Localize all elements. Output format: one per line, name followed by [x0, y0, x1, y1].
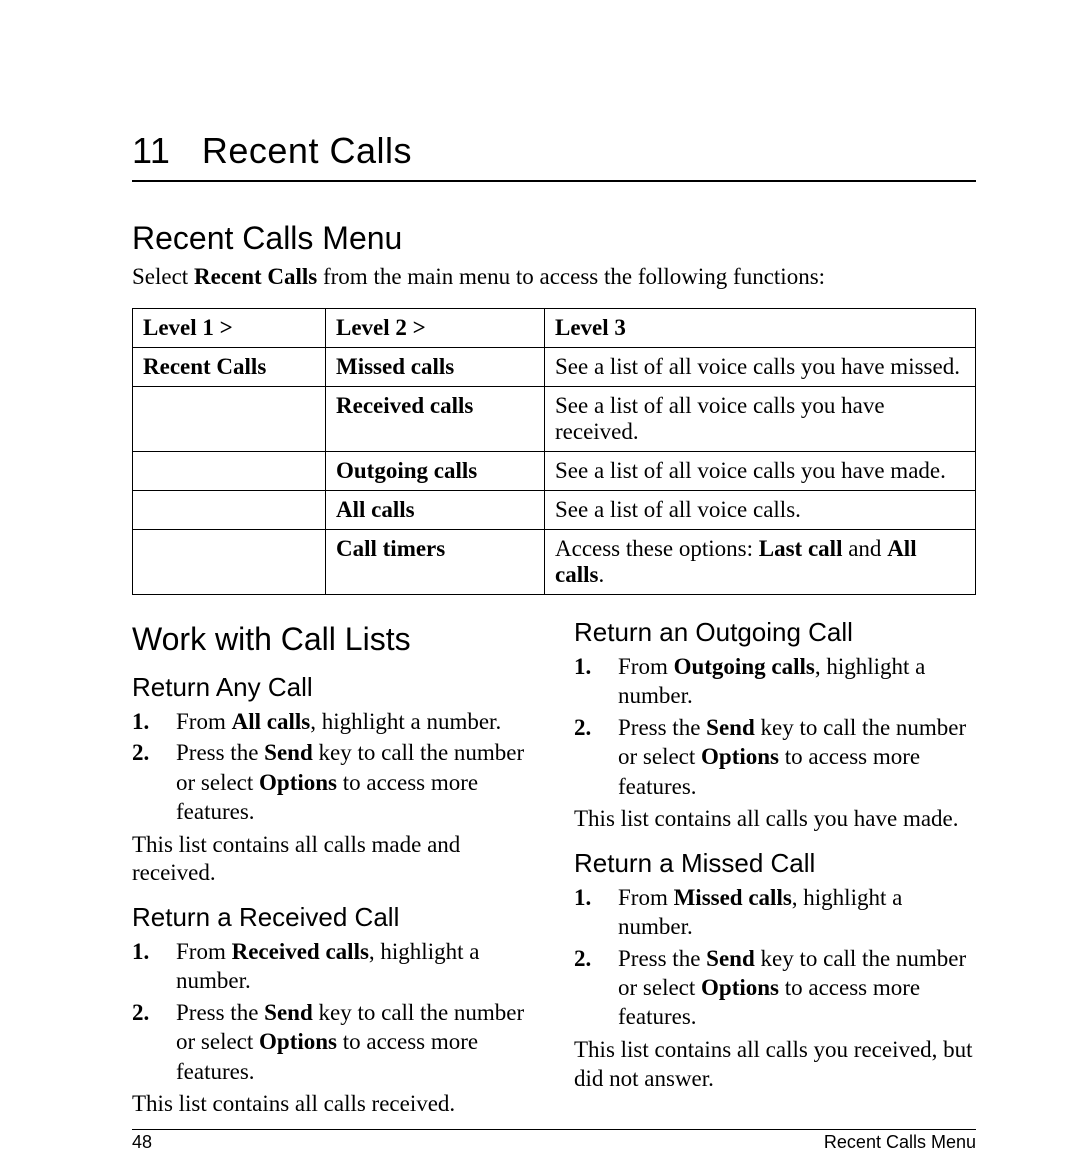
text: from the main menu to access the followi…: [317, 264, 825, 289]
table-header: Level 2 >: [326, 308, 545, 347]
section-heading-work-with-call-lists: Work with Call Lists: [132, 621, 534, 658]
intro-text: Select Recent Calls from the main menu t…: [132, 263, 976, 292]
menu-table: Level 1 > Level 2 > Level 3 Recent Calls…: [132, 308, 976, 595]
text-bold: Missed calls: [674, 885, 792, 910]
subheading-return-outgoing-call: Return an Outgoing Call: [574, 617, 976, 648]
step: Press the Send key to call the number or…: [574, 944, 976, 1032]
step: From Outgoing calls, highlight a number.: [574, 652, 976, 711]
cell-level3: See a list of all voice calls you have m…: [545, 347, 976, 386]
text-bold: Options: [259, 770, 337, 795]
text-bold: Options: [701, 744, 779, 769]
table-header: Level 3: [545, 308, 976, 347]
cell-level2: All calls: [326, 490, 545, 529]
text-bold: Options: [701, 975, 779, 1000]
step: From All calls, highlight a number.: [132, 707, 534, 736]
cell-level2: Missed calls: [326, 347, 545, 386]
table-row: Recent Calls Missed calls See a list of …: [133, 347, 976, 386]
note-missed-call: This list contains all calls you receive…: [574, 1036, 976, 1094]
text-bold: All calls: [232, 709, 311, 734]
subheading-return-any-call: Return Any Call: [132, 672, 534, 703]
right-column: Return an Outgoing Call From Outgoing ca…: [574, 611, 976, 1129]
steps-received-call: From Received calls, highlight a number.…: [132, 937, 534, 1086]
cell-level3: Access these options: Last call and All …: [545, 529, 976, 594]
table-row: Received calls See a list of all voice c…: [133, 386, 976, 451]
text: Press the: [618, 946, 706, 971]
text: From: [176, 709, 232, 734]
text-bold: Send: [264, 1000, 313, 1025]
cell-level1: [133, 451, 326, 490]
step: From Missed calls, highlight a number.: [574, 883, 976, 942]
text: Press the: [176, 740, 264, 765]
text-bold: Recent Calls: [194, 264, 317, 289]
footer: 48 Recent Calls Menu: [132, 1129, 976, 1153]
cell-level1: Recent Calls: [133, 347, 326, 386]
text: .: [598, 562, 604, 587]
steps-outgoing-call: From Outgoing calls, highlight a number.…: [574, 652, 976, 801]
text: and: [842, 536, 887, 561]
table-header: Level 1 >: [133, 308, 326, 347]
cell-level3: See a list of all voice calls you have m…: [545, 451, 976, 490]
note-received-call: This list contains all calls received.: [132, 1090, 534, 1119]
section-heading-recent-calls-menu: Recent Calls Menu: [132, 220, 976, 257]
cell-level3: See a list of all voice calls you have r…: [545, 386, 976, 451]
table-row: Call timers Access these options: Last c…: [133, 529, 976, 594]
note-any-call: This list contains all calls made and re…: [132, 831, 534, 889]
chapter-rule: [132, 180, 976, 182]
text-bold: Received calls: [232, 939, 369, 964]
text-bold: Outgoing calls: [674, 654, 815, 679]
text-bold: Send: [264, 740, 313, 765]
step: From Received calls, highlight a number.: [132, 937, 534, 996]
text: , highlight a number.: [310, 709, 501, 734]
cell-level3: See a list of all voice calls.: [545, 490, 976, 529]
step: Press the Send key to call the number or…: [132, 998, 534, 1086]
table-row: All calls See a list of all voice calls.: [133, 490, 976, 529]
text: Press the: [176, 1000, 264, 1025]
table-header-row: Level 1 > Level 2 > Level 3: [133, 308, 976, 347]
text: Select: [132, 264, 194, 289]
footer-section-label: Recent Calls Menu: [824, 1132, 976, 1153]
text: Access these options:: [555, 536, 759, 561]
step: Press the Send key to call the number or…: [132, 738, 534, 826]
text-bold: Send: [706, 715, 755, 740]
steps-any-call: From All calls, highlight a number. Pres…: [132, 707, 534, 827]
page-number: 48: [132, 1132, 152, 1153]
note-outgoing-call: This list contains all calls you have ma…: [574, 805, 976, 834]
two-column-area: Work with Call Lists Return Any Call Fro…: [132, 611, 976, 1129]
text: Press the: [618, 715, 706, 740]
step: Press the Send key to call the number or…: [574, 713, 976, 801]
text: From: [618, 654, 674, 679]
chapter-title: 11 Recent Calls: [132, 130, 976, 172]
cell-level1: [133, 529, 326, 594]
cell-level1: [133, 490, 326, 529]
left-column: Work with Call Lists Return Any Call Fro…: [132, 611, 534, 1129]
cell-level2: Outgoing calls: [326, 451, 545, 490]
cell-level2: Call timers: [326, 529, 545, 594]
page: 11 Recent Calls Recent Calls Menu Select…: [0, 0, 1080, 1080]
subheading-return-received-call: Return a Received Call: [132, 902, 534, 933]
text-bold: Send: [706, 946, 755, 971]
cell-level2: Received calls: [326, 386, 545, 451]
subheading-return-missed-call: Return a Missed Call: [574, 848, 976, 879]
text-bold: Options: [259, 1029, 337, 1054]
cell-level1: [133, 386, 326, 451]
text-bold: Last call: [759, 536, 843, 561]
text: From: [618, 885, 674, 910]
text: From: [176, 939, 232, 964]
chapter-number: 11: [132, 130, 170, 171]
steps-missed-call: From Missed calls, highlight a number. P…: [574, 883, 976, 1032]
table-row: Outgoing calls See a list of all voice c…: [133, 451, 976, 490]
chapter-name: Recent Calls: [202, 130, 412, 171]
